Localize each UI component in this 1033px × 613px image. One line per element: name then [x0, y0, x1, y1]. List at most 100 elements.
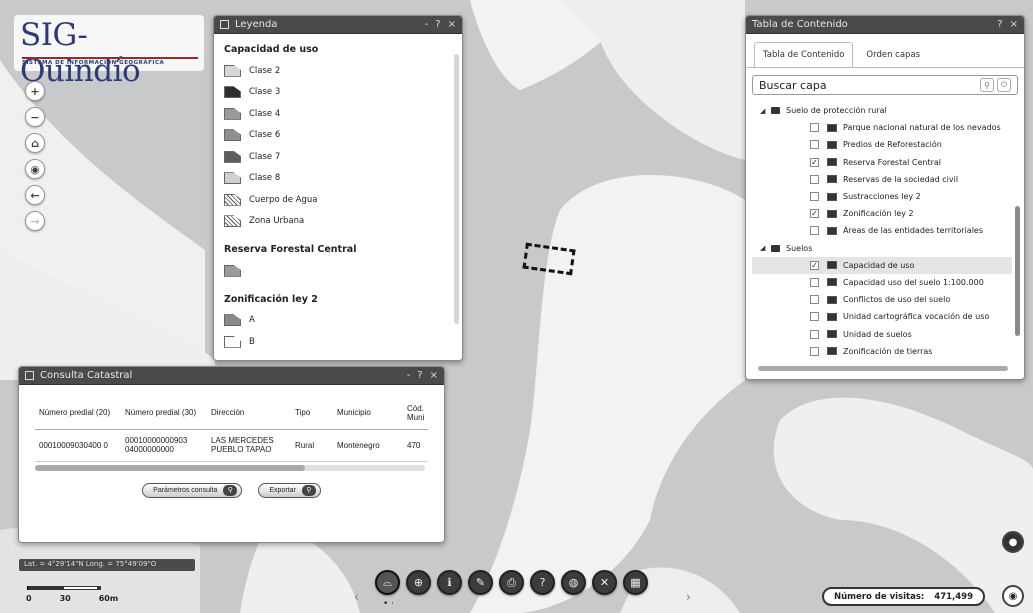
toc-titlebar[interactable]: Tabla de Contenido ? ×: [746, 16, 1024, 34]
table-horizontal-scrollbar[interactable]: [35, 464, 425, 471]
legend-swatch: [224, 129, 241, 142]
layer-item[interactable]: Parque nacional natural de los nevados: [752, 119, 1012, 136]
layer-item[interactable]: ✓ Zonificación ley 2: [752, 205, 1012, 222]
legend-swatch: [224, 64, 241, 77]
layer-checkbox[interactable]: [810, 140, 819, 150]
legend-scrollbar[interactable]: [454, 54, 459, 324]
column-header[interactable]: Número predial (20): [35, 397, 121, 430]
help-button[interactable]: ?: [417, 370, 422, 381]
print-icon[interactable]: ⎙: [499, 570, 524, 595]
column-header[interactable]: Dirección: [207, 397, 291, 430]
minimize-button[interactable]: -: [407, 370, 411, 381]
toc-vertical-scrollbar[interactable]: [1015, 206, 1020, 336]
column-header[interactable]: Cód. Muni: [403, 397, 429, 430]
layer-item[interactable]: Predios de Reforestación: [752, 136, 1012, 153]
layer-item[interactable]: Reservas de la sociedad civil: [752, 171, 1012, 188]
scale-labels: 0 30 60m: [26, 594, 118, 603]
layer-checkbox[interactable]: [810, 226, 819, 236]
layer-item[interactable]: Unidad cartográfica vocación de uso: [752, 308, 1012, 325]
tools-icon[interactable]: ✕: [592, 570, 617, 595]
window-icon: [25, 371, 34, 380]
column-header[interactable]: Tipo: [291, 397, 333, 430]
layer-item[interactable]: Conflictos de uso del suelo: [752, 291, 1012, 308]
layer-item[interactable]: ✓ Capacidad de uso: [752, 256, 1012, 274]
basemap-toggle-icon[interactable]: ●: [1002, 531, 1024, 553]
layer-checkbox[interactable]: [810, 346, 819, 356]
visibility-icon[interactable]: ◉: [1002, 585, 1024, 607]
toc-horizontal-scrollbar[interactable]: [758, 366, 1008, 371]
layer-checkbox[interactable]: [810, 295, 819, 305]
legend-swatch: [224, 193, 241, 206]
scale-label: 30: [59, 594, 71, 603]
layer-item[interactable]: Áreas de las entidades territoriales: [752, 222, 1012, 239]
query-icon[interactable]: ?: [530, 570, 555, 595]
legend-item: A: [224, 310, 452, 332]
zoom-out-button[interactable]: −: [25, 107, 45, 127]
consulta-titlebar[interactable]: Consulta Catastral - ? ×: [19, 367, 444, 385]
globe-icon[interactable]: ◍: [561, 570, 586, 595]
layer-item[interactable]: Zonificación de tierras: [752, 343, 1012, 360]
expand-caret-icon[interactable]: ◢: [760, 107, 768, 115]
zoom-box-icon[interactable]: ⊕: [406, 570, 431, 595]
cadastral-results-table: Número predial (20) Número predial (30) …: [35, 397, 429, 462]
layer-group[interactable]: ◢ Suelo de protección rural: [752, 102, 1012, 119]
layer-label: Conflictos de uso del suelo: [843, 295, 951, 305]
back-arrow-icon[interactable]: ←: [25, 185, 45, 205]
column-header[interactable]: Número predial (30): [121, 397, 207, 430]
expand-caret-icon[interactable]: ◢: [760, 244, 768, 252]
forward-arrow-icon[interactable]: →: [25, 211, 45, 231]
layer-checkbox[interactable]: [810, 123, 819, 133]
layer-item[interactable]: Capacidad uso del suelo 1:100.000: [752, 274, 1012, 291]
draw-icon[interactable]: ✎: [468, 570, 493, 595]
close-button[interactable]: ×: [448, 19, 456, 30]
export-button[interactable]: Exportar ⚲: [258, 482, 321, 498]
toolbar-next-icon[interactable]: ›: [686, 590, 691, 604]
scrollbar-thumb[interactable]: [35, 464, 305, 471]
measure-icon[interactable]: ⌓: [375, 570, 400, 595]
layer-search-input[interactable]: Buscar capa ⚲ ⏻: [752, 75, 1018, 95]
legend-group-title: Reserva Forestal Central: [224, 244, 357, 255]
layer-label: Áreas de las entidades territoriales: [843, 226, 984, 236]
legend-item-label: Zona Urbana: [249, 216, 305, 227]
layer-group[interactable]: ◢ Suelos: [752, 240, 1012, 257]
layer-checkbox[interactable]: [810, 277, 819, 287]
layer-checkbox[interactable]: [810, 312, 819, 322]
layer-checkbox[interactable]: ✓: [810, 260, 819, 270]
legend-content: Capacidad de uso Clase 2 Clase 3 Clase 4 Cla…: [214, 34, 462, 360]
layer-tree: ◢ Suelo de protección rural Parque naciona…: [752, 102, 1012, 364]
layer-checkbox[interactable]: ✓: [810, 157, 819, 167]
help-button[interactable]: ?: [435, 19, 440, 30]
layer-item[interactable]: Sustracciones ley 2: [752, 188, 1012, 205]
table-row[interactable]: 00010009030400 0 00010000000903 04000000…: [35, 429, 429, 462]
layer-label: Zonificación de tierras: [843, 346, 933, 356]
minimize-button[interactable]: -: [425, 19, 429, 30]
query-parameters-button[interactable]: Parámetros consulta ⚲: [142, 482, 243, 498]
export-icon: ⚲: [301, 484, 316, 496]
visits-value: 471,499: [934, 591, 973, 602]
table-icon[interactable]: ▦: [623, 570, 648, 595]
identify-icon[interactable]: ℹ: [437, 570, 462, 595]
clear-icon[interactable]: ⏻: [997, 78, 1011, 92]
zoom-in-button[interactable]: +: [25, 81, 45, 101]
layer-checkbox[interactable]: [810, 192, 819, 202]
legend-swatch: [224, 86, 241, 99]
layer-item[interactable]: ✓ Reserva Forestal Central: [752, 154, 1012, 171]
help-button[interactable]: ?: [997, 19, 1002, 30]
search-icon[interactable]: ⚲: [980, 78, 994, 92]
close-button[interactable]: ×: [1010, 19, 1018, 30]
layer-checkbox[interactable]: [810, 174, 819, 184]
layer-icon: [827, 278, 837, 287]
close-button[interactable]: ×: [430, 370, 438, 381]
layer-checkbox[interactable]: [810, 329, 819, 339]
layer-item[interactable]: Unidad de suelos: [752, 325, 1012, 342]
query-actions: Parámetros consulta ⚲ Exportar ⚲: [19, 482, 444, 498]
tab-orden-capas[interactable]: Orden capas: [857, 42, 929, 67]
toolbar-prev-icon[interactable]: ‹: [354, 590, 359, 604]
legend-titlebar[interactable]: Leyenda - ? ×: [214, 16, 462, 34]
search-input-value[interactable]: Buscar capa: [759, 79, 977, 92]
tab-tabla-de-contenido[interactable]: Tabla de Contenido: [754, 42, 854, 67]
locate-icon[interactable]: ◉: [25, 159, 45, 179]
home-icon[interactable]: ⌂: [25, 133, 45, 153]
column-header[interactable]: Municipio: [333, 397, 403, 430]
layer-checkbox[interactable]: ✓: [810, 209, 819, 219]
